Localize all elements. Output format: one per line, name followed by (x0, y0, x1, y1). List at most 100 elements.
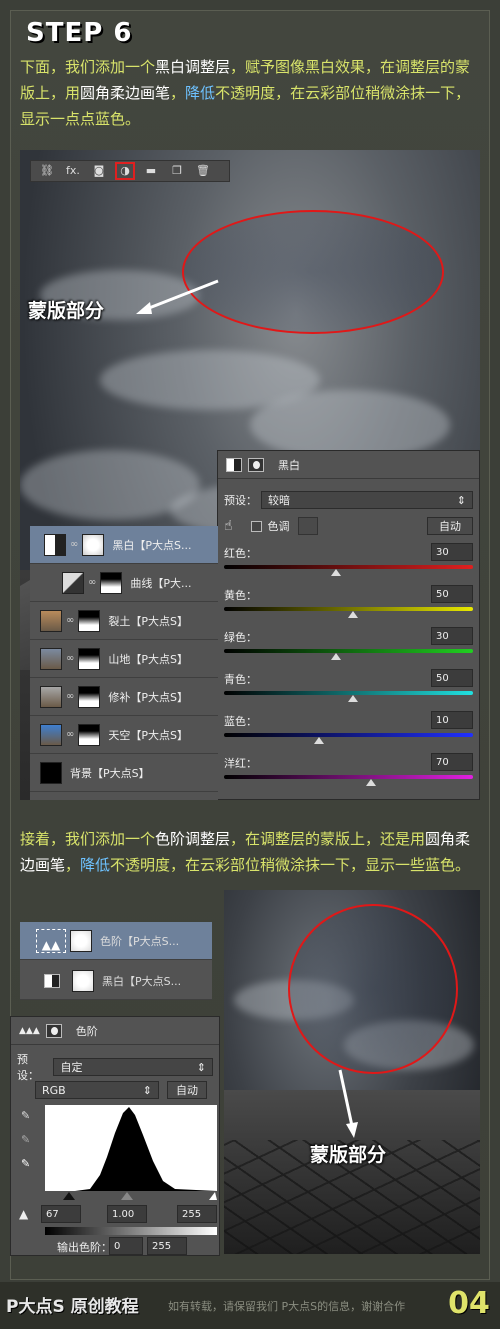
layer-mask-thumb (78, 647, 101, 670)
output-gradient (45, 1227, 217, 1235)
slider-label: 洋红： (224, 757, 257, 770)
layer-mask-thumb (100, 571, 123, 594)
mask-icon[interactable]: ◙ (91, 164, 107, 178)
slider-thumb[interactable] (331, 653, 342, 660)
slider-thumb[interactable] (348, 611, 359, 618)
mask-label: 蒙版部分 (310, 1144, 387, 1166)
levels-properties-panel: ▲▲▲ 色阶 预设： 自定 ⇕ RGB ⇕ 自动 ✎ ✎ ✎ ▲ 67 1.00… (10, 1016, 220, 1256)
layer-name: 修补【P大点S】 (108, 690, 188, 704)
layer-row[interactable]: ∞ 天空【P大点S】 (30, 716, 218, 754)
chain-link-icon[interactable]: ∞ (66, 729, 74, 740)
layer-black-white[interactable]: 黑白【P大点S... (20, 962, 212, 1000)
layer-thumbnail (40, 647, 62, 670)
tint-checkbox[interactable] (250, 520, 262, 532)
layer-row[interactable]: ∞ 裂土【P大点S】 (30, 602, 218, 640)
white-eyedropper-icon[interactable]: ✎ (21, 1157, 30, 1170)
black-white-screenshot: ⛓ fx. ◙ ◑ ▬ ❐ 🗑 蒙版部分 黑白 预设： 较暗 ⇕ ☝ 色调 自动… (20, 150, 480, 800)
link-icon[interactable]: ⛓ (39, 164, 55, 178)
layer-name: 裂土【P大点S】 (108, 614, 188, 628)
slider-track[interactable] (224, 649, 473, 653)
slider-value-field[interactable]: 30 (431, 543, 473, 561)
slider-label: 红色： (224, 547, 257, 560)
auto-button[interactable]: 自动 (427, 517, 473, 535)
slider-thumb[interactable] (348, 695, 359, 702)
step-title: STEP 6 (26, 18, 133, 48)
layer-row[interactable]: ∞ 黑白【P大点S... (30, 526, 218, 564)
levels-result-screenshot: 蒙版部分 (224, 890, 480, 1254)
chain-link-icon[interactable]: ∞ (88, 577, 96, 588)
input-white-field[interactable]: 255 (177, 1205, 217, 1223)
slider-track[interactable] (224, 733, 473, 737)
chain-link-icon[interactable]: ∞ (66, 691, 74, 702)
bw-properties-panel: 黑白 预设： 较暗 ⇕ ☝ 色调 自动 红色： 30 黄色： 50 绿色： 30 青色： 50… (217, 450, 480, 800)
layer-thumbnail (40, 685, 62, 708)
chain-link-icon[interactable]: ∞ (70, 539, 78, 550)
slider-thumb[interactable] (331, 569, 342, 576)
mask-label: 蒙版部分 (28, 300, 105, 322)
chain-link-icon[interactable]: ∞ (66, 615, 74, 626)
output-label: 输出色阶： (57, 1241, 112, 1254)
preset-value: 较暗 (268, 494, 290, 507)
slider-value-field[interactable]: 10 (431, 711, 473, 729)
input-gamma-field[interactable]: 1.00 (107, 1205, 147, 1223)
slider-thumb[interactable] (365, 779, 376, 786)
slider-value-field[interactable]: 50 (431, 585, 473, 603)
intro-paragraph: 下面，我们添加一个黑白调整层，赋予图像黑白效果，在调整层的蒙版上，用圆角柔边画笔… (20, 58, 471, 128)
tint-color-swatch[interactable] (297, 517, 318, 535)
layer-thumbnail (62, 571, 84, 594)
layer-mask-thumb (78, 723, 101, 746)
histogram (45, 1105, 217, 1191)
layer-name: 曲线【P大... (130, 576, 192, 590)
slider-track[interactable] (224, 775, 473, 779)
preset-select[interactable]: 自定 ⇕ (53, 1058, 213, 1076)
input-black-field[interactable]: 67 (41, 1205, 81, 1223)
chevron-updown-icon: ⇕ (142, 1083, 152, 1097)
footer-brand: P大点S 原创教程 (6, 1297, 139, 1317)
folder-icon[interactable]: ▬ (143, 164, 159, 178)
layer-row[interactable]: ∞ 修补【P大点S】 (30, 678, 218, 716)
layer-row[interactable]: ∞ 山地【P大点S】 (30, 640, 218, 678)
channel-select[interactable]: RGB ⇕ (35, 1081, 159, 1099)
gray-eyedropper-icon[interactable]: ✎ (21, 1133, 30, 1146)
layer-row[interactable]: 背景【P大点S】 (30, 754, 218, 792)
panel-header: 黑白 (218, 451, 479, 479)
layer-thumbnail (40, 609, 62, 632)
hand-tool-icon[interactable]: ☝ (224, 518, 233, 534)
adjustment-icon[interactable]: ◑ (115, 162, 135, 180)
slider-label: 黄色： (224, 589, 257, 602)
arrow-icon (338, 1069, 358, 1138)
page-number: 04 (448, 1286, 490, 1321)
copyright-note: 如有转载，请保留我们 P大点S的信息，谢谢合作 (168, 1300, 406, 1313)
layer-name: 黑白【P大点S... (102, 974, 182, 988)
input-slider-track[interactable] (45, 1191, 217, 1201)
chain-link-icon[interactable]: ∞ (66, 653, 74, 664)
slider-value-field[interactable]: 50 (431, 669, 473, 687)
histogram-graph (45, 1107, 217, 1191)
levels-icon: ▲▲ (36, 928, 66, 953)
layer-levels[interactable]: ▲▲ 色阶【P大点S... (20, 922, 212, 960)
slider-thumb[interactable] (313, 737, 324, 744)
layer-mask-thumb (70, 929, 92, 952)
fx-icon[interactable]: fx. (65, 164, 81, 178)
layers-panel: ∞ 黑白【P大点S... ∞ 曲线【P大... ∞ 裂土【P大点S】 ∞ 山地【P大点S】 ∞ 修… (30, 526, 218, 800)
panel-header: ▲▲▲ 色阶 (11, 1017, 219, 1045)
layer-row[interactable]: ∞ 曲线【P大... (30, 564, 218, 602)
preset-label: 预设： (224, 494, 257, 507)
channel-value: RGB (42, 1083, 66, 1097)
auto-button[interactable]: 自动 (167, 1081, 207, 1099)
mask-area-highlight (288, 904, 458, 1074)
trash-icon[interactable]: 🗑 (195, 164, 211, 178)
chevron-updown-icon: ⇕ (456, 493, 466, 507)
slider-value-field[interactable]: 30 (431, 627, 473, 645)
output-white-field[interactable]: 255 (147, 1237, 187, 1255)
preset-select[interactable]: 较暗 ⇕ (261, 491, 473, 509)
slider-track[interactable] (224, 565, 473, 569)
black-eyedropper-icon[interactable]: ✎ (21, 1109, 30, 1122)
slider-value-field[interactable]: 70 (431, 753, 473, 771)
preset-value: 自定 (60, 1061, 83, 1074)
mask-icon (248, 457, 264, 472)
levels-icon: ▲▲▲ (19, 1025, 40, 1036)
output-black-field[interactable]: 0 (109, 1237, 143, 1255)
new-layer-icon[interactable]: ❐ (169, 164, 185, 178)
tint-label: 色调 (267, 520, 290, 533)
